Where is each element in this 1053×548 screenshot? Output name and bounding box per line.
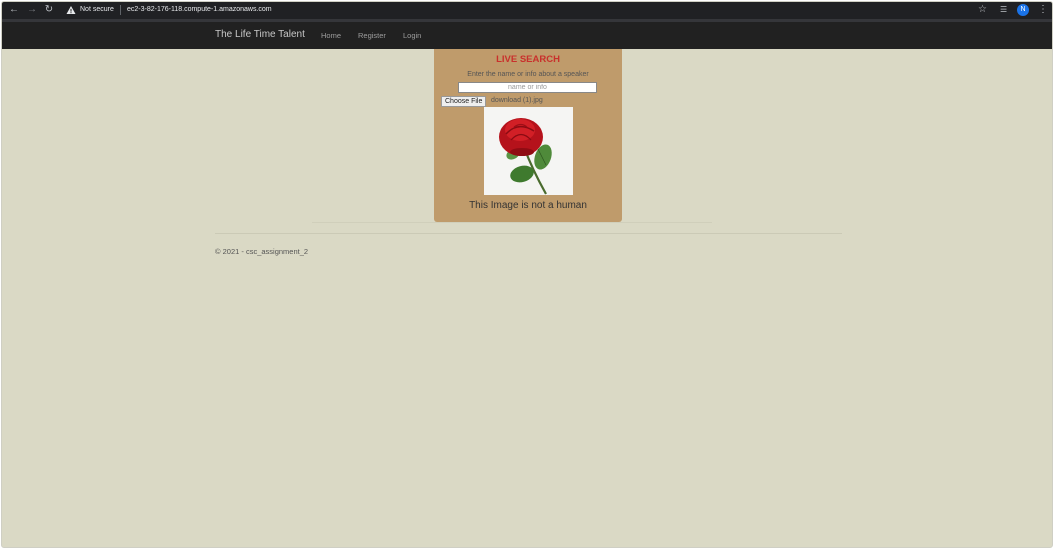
reload-icon[interactable]: ↻ — [43, 4, 55, 16]
selected-file-name: download (1).jpg — [491, 97, 543, 104]
kebab-menu-icon[interactable]: ⋮ — [1038, 4, 1048, 15]
live-search-hint: Enter the name or info about a speaker — [467, 71, 589, 78]
address-separator — [120, 5, 121, 15]
footer-divider — [215, 233, 842, 234]
warning-triangle-icon[interactable] — [66, 5, 76, 15]
live-search-panel: LIVE SEARCH Enter the name or info about… — [434, 49, 622, 222]
live-search-title: LIVE SEARCH — [496, 54, 560, 65]
footer-copyright: © 2021 - csc_assignment_2 — [215, 247, 309, 256]
nav-link-login[interactable]: Login — [403, 31, 421, 40]
media-router-icon[interactable]: ☰ — [1000, 5, 1007, 14]
nav-link-home[interactable]: Home — [321, 31, 341, 40]
bookmark-star-icon[interactable]: ☆ — [978, 4, 987, 15]
address-bar-url[interactable]: ec2-3-82-176-118.compute-1.amazonaws.com — [127, 6, 272, 13]
uploaded-image-preview — [484, 107, 573, 195]
security-label[interactable]: Not secure — [80, 6, 114, 13]
classification-result: This Image is not a human — [469, 200, 587, 211]
panel-divider — [312, 222, 712, 223]
back-arrow-icon[interactable]: ← — [8, 4, 20, 16]
nav-link-register[interactable]: Register — [358, 31, 386, 40]
browser-toolbar: ← → ↻ Not secure ec2-3-82-176-118.comput… — [2, 2, 1052, 19]
forward-arrow-icon[interactable]: → — [26, 4, 38, 16]
site-brand[interactable]: The Life Time Talent — [215, 29, 305, 40]
profile-avatar[interactable]: N — [1017, 4, 1029, 16]
browser-window: ← → ↻ Not secure ec2-3-82-176-118.comput… — [1, 1, 1053, 548]
rose-image — [484, 107, 573, 195]
site-navbar: The Life Time Talent Home Register Login — [2, 22, 1052, 49]
speaker-search-input[interactable] — [458, 82, 597, 93]
choose-file-button[interactable]: Choose File — [441, 96, 487, 107]
